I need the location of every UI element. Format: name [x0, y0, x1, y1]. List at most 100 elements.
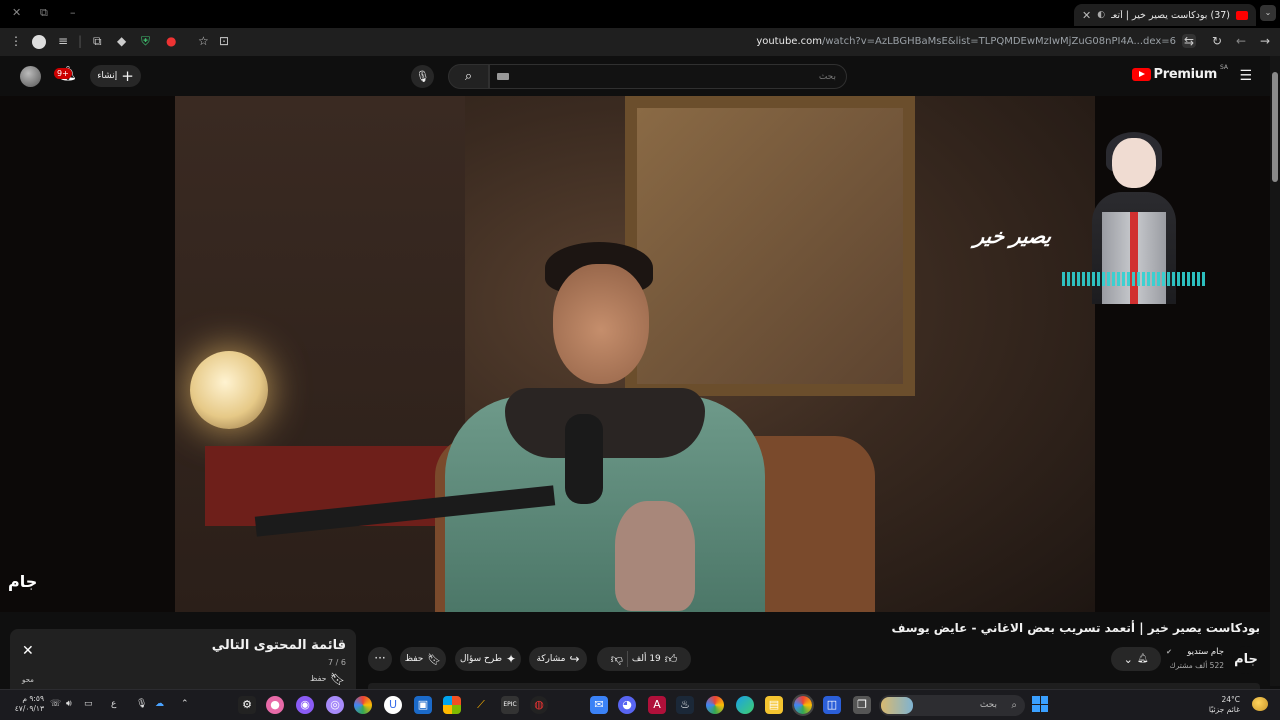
close-icon[interactable]: ✕	[22, 643, 34, 659]
app-yellow-icon[interactable]: ⟋	[472, 696, 490, 714]
mail-icon[interactable]: ✉	[590, 696, 608, 714]
back-icon[interactable]: →	[1260, 34, 1270, 48]
video-frame[interactable]	[175, 96, 1095, 612]
display-icon[interactable]: ▭	[84, 699, 93, 709]
mic-tray-icon[interactable]: 🎙︎	[136, 699, 147, 709]
app-record-icon[interactable]: ◍	[530, 696, 548, 714]
dislike-icon[interactable]: 👎︎	[611, 652, 623, 667]
epic-games-icon[interactable]: EPIC	[501, 696, 519, 714]
video-player[interactable]: يصير خير	[0, 96, 1270, 612]
app-u-icon[interactable]: U	[384, 696, 402, 714]
channel-avatar[interactable]: جام	[1232, 646, 1260, 674]
queue-edit-label[interactable]: محو	[22, 676, 34, 684]
steam-icon[interactable]: ♨	[676, 696, 694, 714]
share-icon: ↪	[569, 652, 580, 666]
youtube-favicon-icon	[1236, 10, 1248, 20]
install-app-icon[interactable]: ⊡	[219, 34, 229, 48]
discord-icon[interactable]: ◕	[618, 696, 636, 714]
youtube-premium-logo[interactable]: Premium SA	[1131, 64, 1228, 82]
browser-tab-active[interactable]: (37) بودكاست يصير خير | أتعـ ◐ ✕	[1074, 4, 1256, 26]
app-blue-icon[interactable]: ▣	[414, 696, 432, 714]
share-button[interactable]: ↪ مشاركة	[529, 647, 587, 671]
bell-icon: 🔔︎	[1136, 654, 1149, 664]
like-icon[interactable]: 👍︎	[665, 652, 678, 667]
app-pink-icon[interactable]: ●	[266, 696, 284, 714]
forward-icon[interactable]: ←	[1236, 34, 1246, 48]
extension-diamond-icon[interactable]: ◆	[117, 34, 126, 48]
edge-icon[interactable]	[736, 696, 754, 714]
channel-name[interactable]: جام ستديو	[1187, 647, 1224, 657]
site-settings-icon[interactable]: ⇆	[1181, 34, 1196, 48]
plus-icon: +	[121, 66, 134, 85]
notifications-badge: 9+	[54, 68, 72, 79]
windows-start-icon[interactable]	[1032, 696, 1048, 712]
store-bag-icon[interactable]: ◫	[823, 696, 841, 714]
language-indicator[interactable]: ع	[111, 699, 116, 709]
file-explorer-icon[interactable]: ▤	[765, 696, 783, 714]
verified-icon: ✔︎	[1166, 648, 1172, 656]
app-purple-icon[interactable]: ◉	[296, 696, 314, 714]
subscription-notify-button[interactable]: 🔔︎ ⌄	[1111, 647, 1161, 671]
reload-icon[interactable]: ↻	[1212, 34, 1222, 48]
share-label: مشاركة	[536, 654, 566, 664]
reading-list-icon[interactable]: ≡	[58, 34, 68, 48]
channel-watermark[interactable]: جام	[8, 572, 37, 591]
vtuber-zip	[1130, 212, 1138, 304]
search-input[interactable]	[489, 64, 847, 89]
extensions-icon[interactable]: ⧉	[93, 34, 102, 49]
ask-button[interactable]: ✦ طرح سؤال	[455, 647, 521, 671]
avatar[interactable]	[20, 66, 41, 87]
onedrive-icon[interactable]: ☁	[155, 699, 164, 709]
url-host: youtube.com	[756, 36, 822, 47]
keyboard-icon[interactable]	[497, 73, 509, 80]
weather-icon	[1252, 697, 1268, 711]
app-violet-icon[interactable]: ◎	[326, 696, 344, 714]
scene-pillow	[615, 501, 695, 611]
restore-window-icon[interactable]: ⧉	[40, 6, 48, 20]
voice-search-mic-icon[interactable]: 🎙︎	[411, 65, 434, 88]
weather-widget[interactable]: 24°C غائم جزئيًا	[1209, 695, 1240, 715]
queue-count: 7 / 6	[328, 658, 346, 667]
more-actions-button[interactable]: ···	[368, 647, 392, 671]
url-path: /watch?v=AzLBGHBaMsE&list=TLPQMDEwMzIwMj…	[821, 36, 1176, 47]
scrollbar-thumb[interactable]	[1272, 72, 1278, 182]
youtube-logo-icon	[1131, 68, 1151, 81]
queue-save-icon[interactable]: 🔖︎	[330, 672, 345, 686]
chat-icon[interactable]: ☏	[50, 699, 61, 709]
close-window-icon[interactable]: ✕	[12, 6, 21, 19]
hamburger-icon[interactable]: ☰	[1239, 68, 1252, 84]
minimize-window-icon[interactable]: –	[70, 6, 76, 19]
weather-temp: 24°C	[1221, 695, 1240, 704]
address-bar[interactable]: youtube.com/watch?v=AzLBGHBaMsE&list=TLP…	[756, 36, 1176, 47]
taskbar-search[interactable]: ⌕ بحث	[879, 695, 1025, 716]
tab-close-icon[interactable]: ✕	[1082, 9, 1091, 22]
extension-shield-icon[interactable]: ⛨	[141, 34, 150, 49]
tab-search-icon[interactable]: ⌄	[1260, 5, 1276, 21]
logo-wordmark: Premium	[1153, 67, 1218, 82]
create-button[interactable]: إنشاء +	[90, 65, 141, 87]
tray-chevron-icon[interactable]: ⌃	[181, 699, 189, 709]
queue-title: قائمة المحتوى التالي	[211, 638, 346, 653]
microsoft-store-icon[interactable]	[443, 696, 461, 714]
save-button[interactable]: 🔖︎ حفظ	[400, 647, 446, 671]
audio-icon[interactable]: ◐	[1097, 10, 1105, 20]
app-red-icon[interactable]: A	[648, 696, 666, 714]
bookmark-star-icon[interactable]: ☆	[198, 34, 209, 48]
task-view-icon[interactable]: ❐	[853, 696, 871, 714]
chrome-icon[interactable]	[354, 696, 372, 714]
chrome-icon-2[interactable]	[706, 696, 724, 714]
profile-icon[interactable]	[32, 35, 46, 49]
like-count[interactable]: 19 ألف	[632, 654, 661, 664]
taskbar-search-icon: ⌕	[1011, 700, 1017, 711]
clock-date: ٤٧/٠٩/١٣	[14, 704, 44, 713]
chrome-active-icon[interactable]	[792, 694, 814, 716]
volume-icon[interactable]: 🔊︎	[66, 699, 72, 709]
settings-app-icon[interactable]: ⚙	[238, 696, 256, 714]
search-icon[interactable]: ⌕	[448, 64, 489, 89]
save-label: حفظ	[404, 654, 424, 664]
taskbar-clock[interactable]: ٩:٥٩ م ٤٧/٠٩/١٣	[10, 694, 44, 714]
queue-save-label[interactable]: حفظ	[310, 674, 327, 683]
menu-dots-icon[interactable]: ⋮	[10, 34, 22, 48]
youtube-masthead: 🔔︎ إنشاء + 🎙︎ ⌕ Premium SA ☰	[0, 56, 1280, 96]
extension-red-icon[interactable]: ●	[166, 34, 176, 48]
